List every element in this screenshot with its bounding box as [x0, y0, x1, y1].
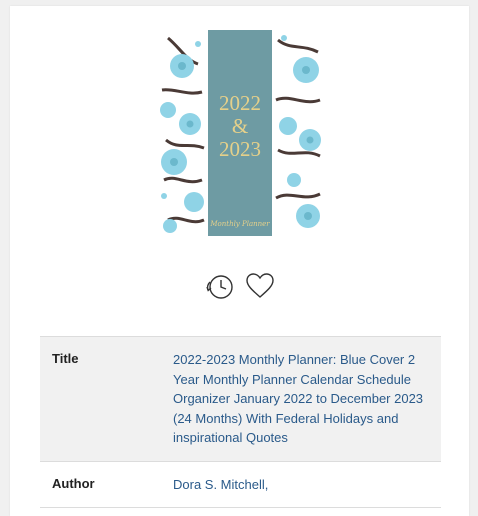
- details-row-title: Title 2022-2023 Monthly Planner: Blue Co…: [40, 336, 441, 462]
- heart-icon: [246, 273, 274, 298]
- title-label: Title: [52, 351, 79, 366]
- cover-script-caption: Monthly Planner: [210, 220, 270, 228]
- book-details-table: Title 2022-2023 Monthly Planner: Blue Co…: [40, 336, 441, 508]
- title-value[interactable]: 2022-2023 Monthly Planner: Blue Cover 2 …: [173, 337, 441, 462]
- history-clock-icon: [206, 275, 233, 299]
- author-value[interactable]: Dora S. Mitchell,: [173, 461, 441, 508]
- book-detail-card: 2022 & 2023 Monthly Planner Title 2022-2…: [10, 6, 469, 516]
- history-button[interactable]: [203, 270, 235, 302]
- book-actions: [203, 270, 283, 300]
- favorite-button[interactable]: [244, 270, 276, 302]
- author-label: Author: [52, 475, 95, 491]
- details-row-author: Author Dora S. Mitchell,: [40, 461, 441, 508]
- cover-ampersand: &: [231, 114, 249, 138]
- cover-year-end: 2023: [219, 137, 261, 161]
- cover-year-start: 2022: [219, 91, 261, 115]
- book-cover-image[interactable]: 2022 & 2023 Monthly Planner: [158, 30, 322, 236]
